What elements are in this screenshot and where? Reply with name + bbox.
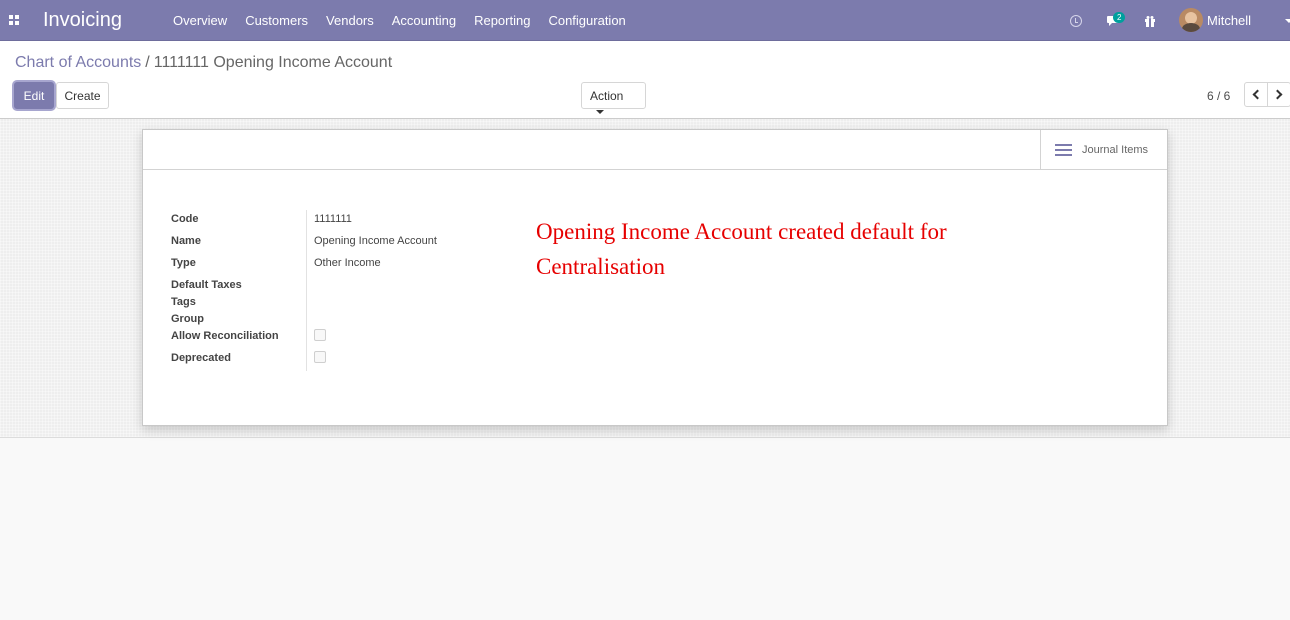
- top-navbar: Invoicing Overview Customers Vendors Acc…: [0, 0, 1290, 69]
- menu-item-reporting[interactable]: Reporting: [465, 0, 539, 41]
- pager-value[interactable]: 6 / 6: [1207, 89, 1230, 103]
- code-label: Code: [171, 213, 199, 225]
- list-icon: [1055, 143, 1073, 157]
- activity-clock-icon[interactable]: [1069, 0, 1083, 41]
- name-value: Opening Income Account: [314, 235, 437, 247]
- pager-previous-button[interactable]: [1244, 82, 1268, 107]
- action-label: Action: [590, 89, 624, 103]
- control-panel: Chart of Accounts/1111111 Opening Income…: [0, 41, 1290, 119]
- breadcrumb-chart-of-accounts[interactable]: Chart of Accounts: [15, 54, 141, 71]
- allow-reconciliation-label: Allow Reconciliation: [171, 330, 279, 342]
- message-count-badge: 2: [1113, 12, 1126, 23]
- menu-item-accounting[interactable]: Accounting: [383, 0, 465, 41]
- annotation-note: Opening Income Account created default f…: [536, 219, 947, 279]
- journal-items-label: Journal Items: [1082, 144, 1149, 156]
- type-label: Type: [171, 257, 196, 269]
- label-value-divider: [306, 210, 307, 371]
- apps-grid-icon[interactable]: [9, 15, 20, 25]
- menu-item-configuration[interactable]: Configuration: [539, 0, 634, 41]
- allow-reconciliation-checkbox[interactable]: [314, 329, 326, 341]
- deprecated-label: Deprecated: [171, 352, 231, 364]
- name-label: Name: [171, 235, 201, 247]
- journal-items-button[interactable]: Journal Items: [1040, 130, 1167, 170]
- form-sheet: Journal Items Code 1111111 Name Opening …: [142, 129, 1168, 426]
- tags-label: Tags: [171, 296, 196, 308]
- breadcrumb-separator: /: [145, 54, 150, 71]
- default-taxes-label: Default Taxes: [171, 279, 242, 291]
- type-value: Other Income: [314, 257, 381, 269]
- chevron-right-icon: [1272, 89, 1283, 100]
- messaging-chat-icon[interactable]: 2: [1100, 0, 1128, 41]
- menu-item-vendors[interactable]: Vendors: [317, 0, 383, 41]
- breadcrumb-current-record: 1111111 Opening Income Account: [153, 54, 393, 71]
- gift-icon[interactable]: [1143, 0, 1157, 41]
- deprecated-checkbox[interactable]: [314, 351, 326, 363]
- code-value: 1111111: [314, 213, 352, 225]
- edit-button[interactable]: Edit: [14, 82, 54, 109]
- chevron-left-icon: [1252, 89, 1263, 100]
- create-button[interactable]: Create: [56, 82, 109, 109]
- caret-down-icon: [596, 109, 604, 114]
- app-title: Invoicing: [43, 9, 122, 31]
- gift-glyph-icon: [1145, 15, 1155, 27]
- main-menu: Overview Customers Vendors Accounting Re…: [164, 0, 635, 41]
- menu-item-customers[interactable]: Customers: [236, 0, 317, 41]
- menu-item-overview[interactable]: Overview: [164, 0, 236, 41]
- user-menu-caret-icon[interactable]: [1285, 19, 1290, 23]
- user-avatar[interactable]: [1179, 8, 1203, 32]
- pager-next-button[interactable]: [1267, 82, 1290, 107]
- action-dropdown-button[interactable]: Action: [581, 82, 646, 114]
- breadcrumb: Chart of Accounts/1111111 Opening Income…: [15, 53, 392, 73]
- smart-button-box: Journal Items: [143, 130, 1167, 170]
- group-label: Group: [171, 313, 204, 325]
